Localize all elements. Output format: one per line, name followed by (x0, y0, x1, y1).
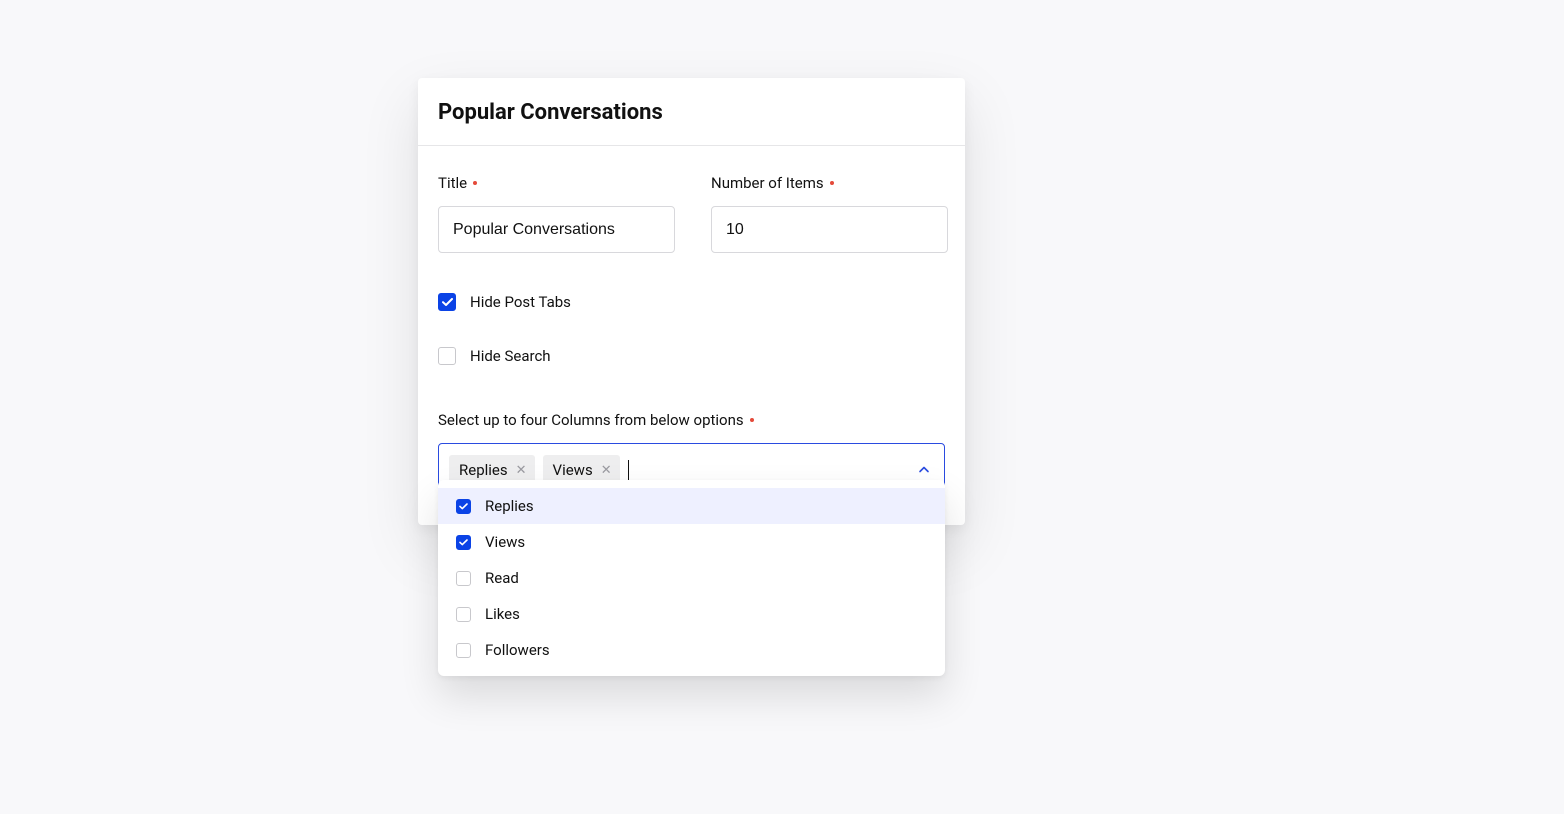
option-likes[interactable]: Likes (438, 596, 945, 632)
fields-row: Title Number of Items (438, 174, 945, 253)
card-header: Popular Conversations (418, 78, 965, 146)
number-of-items-label: Number of Items (711, 174, 948, 192)
title-label-text: Title (438, 174, 467, 192)
option-label: Replies (485, 497, 534, 515)
selected-tag-label: Views (553, 461, 593, 479)
hide-search-checkbox-row[interactable]: Hide Search (438, 347, 945, 365)
title-label: Title (438, 174, 675, 192)
title-input[interactable] (438, 206, 675, 253)
check-icon (459, 503, 468, 510)
option-checkbox[interactable] (456, 571, 471, 586)
card-title: Popular Conversations (438, 100, 945, 125)
title-field: Title (438, 174, 675, 253)
required-indicator-icon (830, 181, 834, 185)
option-checkbox[interactable] (456, 535, 471, 550)
selected-tag-label: Replies (459, 461, 508, 479)
hide-post-tabs-checkbox[interactable] (438, 293, 456, 311)
hide-post-tabs-checkbox-row[interactable]: Hide Post Tabs (438, 293, 945, 311)
option-checkbox[interactable] (456, 607, 471, 622)
option-checkbox[interactable] (456, 643, 471, 658)
columns-select-label-text: Select up to four Columns from below opt… (438, 411, 744, 429)
check-icon (459, 539, 468, 546)
option-views[interactable]: Views (438, 524, 945, 560)
chevron-up-icon[interactable] (918, 461, 930, 480)
number-of-items-label-text: Number of Items (711, 174, 824, 192)
option-label: Likes (485, 605, 520, 623)
option-label: Views (485, 533, 525, 551)
check-icon (442, 298, 453, 307)
option-label: Read (485, 569, 519, 587)
required-indicator-icon (750, 418, 754, 422)
number-of-items-field: Number of Items (711, 174, 948, 253)
hide-search-checkbox[interactable] (438, 347, 456, 365)
card-body: Title Number of Items Hide Post Tabs (418, 146, 965, 525)
option-label: Followers (485, 641, 550, 659)
option-read[interactable]: Read (438, 560, 945, 596)
columns-select-label: Select up to four Columns from below opt… (438, 411, 945, 429)
hide-post-tabs-label: Hide Post Tabs (470, 293, 571, 311)
number-of-items-input[interactable] (711, 206, 948, 253)
remove-tag-icon[interactable]: ✕ (516, 464, 527, 477)
option-replies[interactable]: Replies (438, 488, 945, 524)
option-followers[interactable]: Followers (438, 632, 945, 668)
settings-card: Popular Conversations Title Number of It… (418, 78, 965, 525)
text-cursor-icon (628, 460, 629, 480)
columns-dropdown: Replies Views Read Likes Followers (438, 480, 945, 676)
hide-search-label: Hide Search (470, 347, 551, 365)
required-indicator-icon (473, 181, 477, 185)
remove-tag-icon[interactable]: ✕ (601, 464, 612, 477)
option-checkbox[interactable] (456, 499, 471, 514)
